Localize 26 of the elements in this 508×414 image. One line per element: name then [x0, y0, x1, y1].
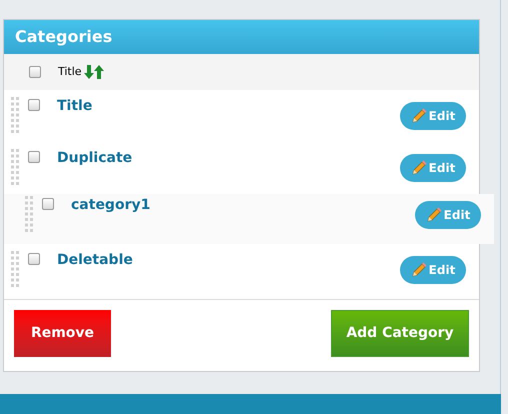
checkbox[interactable]	[28, 151, 40, 163]
edit-button[interactable]: Edit	[400, 102, 466, 130]
edit-button[interactable]: Edit	[400, 154, 466, 182]
remove-button[interactable]: Remove	[14, 310, 111, 357]
drag-handle-icon[interactable]	[10, 96, 20, 134]
checkbox[interactable]	[42, 198, 54, 210]
column-title[interactable]: Title	[58, 64, 82, 80]
category-title[interactable]: Deletable	[57, 250, 133, 271]
pencil-icon	[426, 207, 442, 223]
edit-button[interactable]: Edit	[415, 201, 481, 229]
drag-handle-icon[interactable]	[10, 148, 20, 186]
checkbox[interactable]	[28, 99, 40, 111]
checkbox[interactable]	[29, 66, 41, 78]
category-title[interactable]: Title	[57, 96, 92, 117]
category-title[interactable]: Duplicate	[57, 148, 132, 169]
pencil-icon	[410, 108, 427, 124]
drag-handle-icon[interactable]	[24, 195, 34, 233]
sort-icon[interactable]	[84, 65, 104, 79]
panel-title: Categories	[15, 26, 112, 48]
category-title[interactable]: category1	[71, 195, 150, 216]
checkbox[interactable]	[28, 253, 40, 265]
pencil-icon	[410, 262, 427, 278]
edit-button[interactable]: Edit	[400, 256, 466, 284]
pencil-icon	[410, 160, 427, 176]
drag-handle-icon[interactable]	[10, 250, 20, 288]
add-category-button[interactable]: Add Category	[331, 310, 469, 357]
